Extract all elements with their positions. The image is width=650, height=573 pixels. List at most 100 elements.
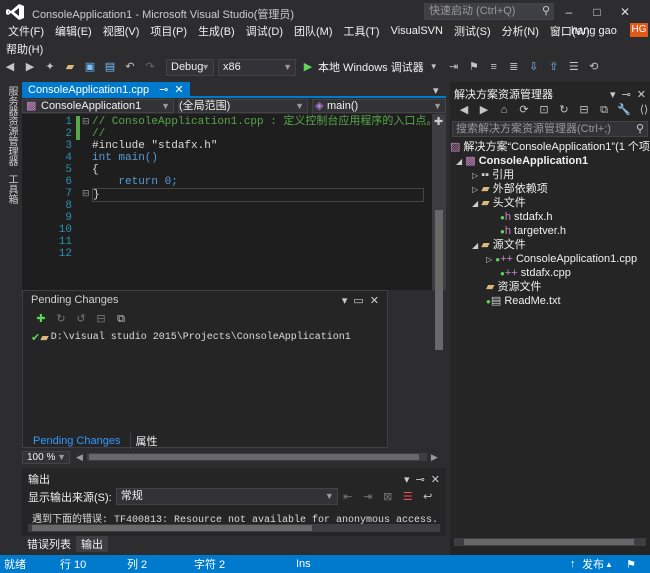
commit-icon[interactable]: ✚ bbox=[33, 311, 49, 327]
scroll-left-icon[interactable]: ◀ bbox=[76, 452, 83, 463]
minimize-button[interactable]: – bbox=[556, 2, 582, 22]
user-avatar[interactable]: HG bbox=[630, 23, 648, 37]
tree-stdafx-cpp[interactable]: ●++ stdafx.cpp bbox=[500, 266, 571, 280]
clear-all-icon[interactable]: ☰ bbox=[400, 489, 416, 505]
menu-build[interactable]: 生成(B) bbox=[198, 23, 235, 39]
tab-properties[interactable]: 属性 bbox=[130, 433, 161, 449]
panel-dropdown-icon[interactable]: ▾ bbox=[404, 473, 410, 486]
view-code-icon[interactable]: ⟨⟩ bbox=[636, 102, 650, 118]
word-wrap-icon[interactable]: ↩ bbox=[420, 489, 436, 505]
svn-log-icon[interactable]: ☰ bbox=[566, 59, 582, 75]
home-icon[interactable]: ⌂ bbox=[496, 102, 512, 118]
solution-configuration-select[interactable]: Debug ▼ bbox=[166, 58, 214, 76]
tab-pending-changes[interactable]: Pending Changes bbox=[23, 435, 130, 447]
sync-icon[interactable]: ⟳ bbox=[516, 102, 532, 118]
zoom-select[interactable]: 100 % ▼ bbox=[22, 450, 70, 464]
scroll-thumb[interactable] bbox=[32, 525, 312, 531]
tree-resource-files[interactable]: ▰ 资源文件 bbox=[486, 280, 542, 294]
toolbox-tab[interactable]: 工具箱 bbox=[4, 174, 19, 204]
tree-external-deps[interactable]: ▷ ▰ 外部依赖项 bbox=[472, 182, 548, 196]
tree-project[interactable]: ◢ ▩ ConsoleApplication1 bbox=[456, 154, 588, 168]
save-icon[interactable]: ▣ bbox=[82, 59, 98, 75]
new-project-icon[interactable]: ✦ bbox=[42, 59, 58, 75]
tree-targetver-h[interactable]: ●h targetver.h bbox=[500, 224, 566, 238]
forward-icon[interactable]: ▶ bbox=[22, 59, 38, 75]
chevron-up-icon[interactable]: ▲ bbox=[605, 560, 613, 569]
menu-visualsvn[interactable]: VisualSVN bbox=[391, 25, 443, 37]
output-horizontal-scrollbar[interactable] bbox=[28, 524, 440, 532]
tree-source-files[interactable]: ◢ ▰ 源文件 bbox=[472, 238, 526, 252]
pin-icon[interactable]: ⊸ bbox=[416, 473, 425, 486]
uncomment-icon[interactable]: ≣ bbox=[506, 59, 522, 75]
collapse-all-icon[interactable]: ⊟ bbox=[576, 102, 592, 118]
menu-project[interactable]: 项目(P) bbox=[150, 23, 187, 39]
member-select[interactable]: ◈ main() ▼ bbox=[312, 99, 446, 113]
output-source-select[interactable]: 常规 ▼ bbox=[115, 488, 338, 505]
find-icon[interactable]: ⊠ bbox=[380, 489, 396, 505]
close-icon[interactable]: ✕ bbox=[174, 83, 183, 98]
pin-icon[interactable]: ⊸ bbox=[622, 88, 631, 101]
publish-button[interactable]: 发布 bbox=[582, 556, 604, 572]
tree-consoleapplication1-cpp[interactable]: ▷ ●++ ConsoleApplication1.cpp bbox=[486, 252, 637, 266]
svn-revert-icon[interactable]: ⟲ bbox=[586, 59, 602, 75]
tree-readme-txt[interactable]: ●▤ ReadMe.txt bbox=[486, 294, 561, 308]
close-button[interactable]: ✕ bbox=[612, 2, 638, 22]
close-icon[interactable]: ✕ bbox=[431, 473, 440, 486]
svn-commit-icon[interactable]: ⇧ bbox=[546, 59, 562, 75]
panel-dropdown-icon[interactable]: ▾ bbox=[342, 294, 348, 307]
close-icon[interactable]: ✕ bbox=[370, 294, 379, 307]
redo-icon[interactable]: ↷ bbox=[142, 59, 158, 75]
menu-help[interactable]: 帮助(H) bbox=[6, 41, 43, 57]
start-debug-icon[interactable]: ▶ bbox=[300, 59, 316, 75]
undo-icon[interactable]: ↶ bbox=[122, 59, 138, 75]
menu-team[interactable]: 团队(M) bbox=[294, 23, 333, 39]
menu-file[interactable]: 文件(F) bbox=[8, 23, 44, 39]
solution-platform-select[interactable]: x86 ▼ bbox=[218, 58, 296, 76]
bookmark-icon[interactable]: ⚑ bbox=[466, 59, 482, 75]
pending-change-item[interactable]: ✔ ▰ D:\visual studio 2015\Projects\Conso… bbox=[31, 331, 351, 344]
pin-icon[interactable]: ⊸ bbox=[159, 83, 168, 98]
back-icon[interactable]: ◀ bbox=[456, 102, 472, 118]
solution-search-input[interactable]: 搜索解决方案资源管理器(Ctrl+;) ⚲ bbox=[452, 121, 648, 137]
maximize-button[interactable]: □ bbox=[584, 2, 610, 22]
menu-debug[interactable]: 调试(D) bbox=[246, 23, 283, 39]
server-explorer-tab[interactable]: 服务器资源管理器 bbox=[4, 86, 19, 166]
menu-analyze[interactable]: 分析(N) bbox=[502, 23, 539, 39]
open-folder-icon[interactable]: ▰ bbox=[62, 59, 78, 75]
project-select[interactable]: ▩ ConsoleApplication1 ▼ bbox=[22, 99, 174, 113]
menu-test[interactable]: 测试(S) bbox=[454, 23, 491, 39]
properties-icon[interactable]: 🔧 bbox=[616, 102, 632, 118]
notifications-icon[interactable]: ⚑ bbox=[626, 558, 636, 571]
tree-solution[interactable]: ▨ 解决方案“ConsoleApplication1”(1 个项 bbox=[450, 140, 650, 154]
scope-select[interactable]: (全局范围) ▼ bbox=[178, 99, 308, 113]
publish-icon[interactable]: ↑ bbox=[570, 558, 576, 570]
scroll-right-icon[interactable]: ▶ bbox=[431, 452, 438, 463]
editor-horizontal-scrollbar[interactable] bbox=[86, 453, 427, 461]
tree-header-files[interactable]: ◢ ▰ 头文件 bbox=[472, 196, 526, 210]
menu-tools[interactable]: 工具(T) bbox=[344, 23, 380, 39]
start-debug-button[interactable]: 本地 Windows 调试器 bbox=[318, 59, 424, 75]
maximize-icon[interactable]: ▭ bbox=[353, 294, 363, 307]
save-all-icon[interactable]: ▤ bbox=[102, 59, 118, 75]
code-editor[interactable]: 1 2 3 4 5 6 7 8 9 10 11 12 ⊟ ⊟ // Consol… bbox=[22, 114, 446, 350]
tree-references[interactable]: ▷ ▪▪ 引用 bbox=[472, 168, 514, 182]
back-icon[interactable]: ◀ bbox=[2, 59, 18, 75]
quick-launch-input[interactable]: 快速启动 (Ctrl+Q) ⚲ bbox=[424, 3, 554, 20]
tab-consoleapplication1-cpp[interactable]: ConsoleApplication1.cpp ⊸ ✕ bbox=[22, 82, 190, 98]
collapse-icon[interactable]: ⊟ bbox=[82, 116, 90, 127]
filter-icon[interactable]: ⊟ bbox=[93, 311, 109, 327]
menu-edit[interactable]: 编辑(E) bbox=[55, 23, 92, 39]
collapse-icon[interactable]: ⊟ bbox=[82, 188, 90, 199]
dropdown-icon[interactable]: ▼ bbox=[426, 59, 442, 75]
revert-icon[interactable]: ↺ bbox=[73, 311, 89, 327]
forward-icon[interactable]: ▶ bbox=[476, 102, 492, 118]
scroll-thumb[interactable] bbox=[464, 539, 634, 545]
close-icon[interactable]: ✕ bbox=[637, 88, 646, 101]
tab-output[interactable]: 输出 bbox=[76, 536, 108, 552]
pending-filter-icon[interactable]: ⊡ bbox=[536, 102, 552, 118]
refresh-icon[interactable]: ↻ bbox=[556, 102, 572, 118]
refresh-icon[interactable]: ↻ bbox=[53, 311, 69, 327]
panel-dropdown-icon[interactable]: ▾ bbox=[610, 88, 616, 101]
tab-overflow-icon[interactable]: ▾ bbox=[433, 84, 439, 97]
split-icon[interactable]: ✚ bbox=[434, 115, 443, 128]
